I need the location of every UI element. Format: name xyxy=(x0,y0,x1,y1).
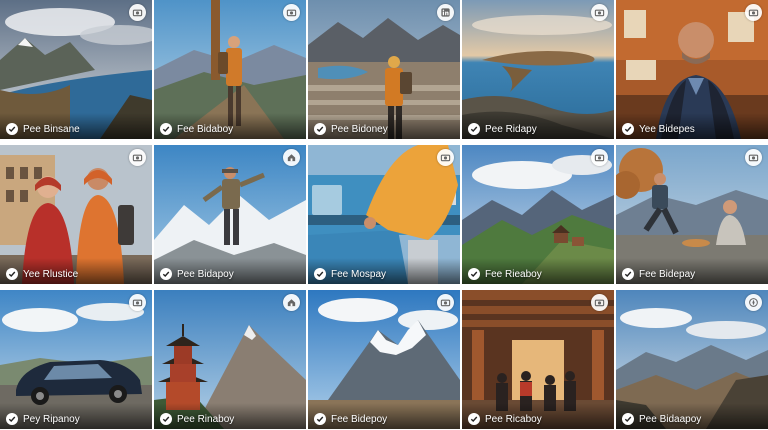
camera-icon[interactable] xyxy=(129,149,146,166)
photo-tile[interactable]: Pee Ridapy xyxy=(462,0,614,139)
photo-caption: Pee Ridapy xyxy=(462,113,614,139)
photo-caption: Fee Rieaboy xyxy=(462,258,614,284)
photo-name: Fee Bidepay xyxy=(639,268,696,280)
photo-name: Pee Ridapy xyxy=(485,123,537,135)
check-icon[interactable] xyxy=(622,123,634,135)
check-icon[interactable] xyxy=(160,413,172,425)
linkedin-icon[interactable] xyxy=(437,4,454,21)
photo-tile[interactable]: Pee Rinaboy xyxy=(154,290,306,429)
photo-tile[interactable]: Fee Rieaboy xyxy=(462,145,614,284)
photo-caption: Pee Rinaboy xyxy=(154,403,306,429)
photo-name: Fee Rieaboy xyxy=(485,268,542,280)
photo-name: Fee Bidepoy xyxy=(331,413,388,425)
photo-tile[interactable]: Pee Binsane xyxy=(0,0,152,139)
check-icon[interactable] xyxy=(160,268,172,280)
camera-icon[interactable] xyxy=(129,4,146,21)
photo-tile[interactable]: Yee Bidepes xyxy=(616,0,768,139)
photo-tile[interactable]: Pee Bidaapoy xyxy=(616,290,768,429)
camera-icon[interactable] xyxy=(437,149,454,166)
check-icon[interactable] xyxy=(314,268,326,280)
photo-tile[interactable]: Fee Bidaboy xyxy=(154,0,306,139)
camera-icon[interactable] xyxy=(129,294,146,311)
photo-grid: Pee Binsane Fee Bidaboy Pee Bidoney Pee … xyxy=(0,0,768,430)
photo-name: Fee Mospay xyxy=(331,268,387,280)
photo-tile[interactable]: Fee Bidepay xyxy=(616,145,768,284)
check-icon[interactable] xyxy=(468,268,480,280)
camera-icon[interactable] xyxy=(745,4,762,21)
photo-tile[interactable]: Yee Rlustice xyxy=(0,145,152,284)
photo-caption: Pee Ricaboy xyxy=(462,403,614,429)
photo-caption: Pee Bidoney xyxy=(308,113,460,139)
check-icon[interactable] xyxy=(314,123,326,135)
compass-icon[interactable] xyxy=(745,294,762,311)
check-icon[interactable] xyxy=(6,123,18,135)
photo-caption: Fee Bidaboy xyxy=(154,113,306,139)
camera-icon[interactable] xyxy=(591,4,608,21)
photo-caption: Pey Ripanoy xyxy=(0,403,152,429)
camera-icon[interactable] xyxy=(745,149,762,166)
photo-caption: Fee Mospay xyxy=(308,258,460,284)
photo-tile[interactable]: Pey Ripanoy xyxy=(0,290,152,429)
camera-icon[interactable] xyxy=(591,149,608,166)
photo-tile[interactable]: Fee Bidepoy xyxy=(308,290,460,429)
photo-caption: Pee Bidaapoy xyxy=(616,403,768,429)
photo-tile[interactable]: Pee Bidapoy xyxy=(154,145,306,284)
photo-tile[interactable]: Pee Bidoney xyxy=(308,0,460,139)
photo-caption: Pee Binsane xyxy=(0,113,152,139)
home-icon[interactable] xyxy=(283,294,300,311)
check-icon[interactable] xyxy=(6,413,18,425)
photo-caption: Yee Bidepes xyxy=(616,113,768,139)
photo-name: Pee Bidaapoy xyxy=(639,413,702,425)
photo-caption: Yee Rlustice xyxy=(0,258,152,284)
check-icon[interactable] xyxy=(468,123,480,135)
check-icon[interactable] xyxy=(622,268,634,280)
photo-name: Pee Binsane xyxy=(23,123,80,135)
photo-caption: Fee Bidepay xyxy=(616,258,768,284)
photo-tile[interactable]: Fee Mospay xyxy=(308,145,460,284)
photo-tile[interactable]: Pee Ricaboy xyxy=(462,290,614,429)
check-icon[interactable] xyxy=(314,413,326,425)
photo-name: Pey Ripanoy xyxy=(23,413,80,425)
photo-name: Pee Bidapoy xyxy=(177,268,234,280)
photo-name: Fee Bidaboy xyxy=(177,123,234,135)
camera-icon[interactable] xyxy=(591,294,608,311)
check-icon[interactable] xyxy=(6,268,18,280)
photo-caption: Fee Bidepoy xyxy=(308,403,460,429)
check-icon[interactable] xyxy=(622,413,634,425)
photo-name: Pee Ricaboy xyxy=(485,413,542,425)
photo-caption: Pee Bidapoy xyxy=(154,258,306,284)
photo-name: Pee Rinaboy xyxy=(177,413,235,425)
photo-name: Yee Rlustice xyxy=(23,268,79,280)
check-icon[interactable] xyxy=(160,123,172,135)
check-icon[interactable] xyxy=(468,413,480,425)
photo-name: Yee Bidepes xyxy=(639,123,695,135)
home-icon[interactable] xyxy=(283,149,300,166)
camera-icon[interactable] xyxy=(437,294,454,311)
camera-icon[interactable] xyxy=(283,4,300,21)
photo-name: Pee Bidoney xyxy=(331,123,388,135)
